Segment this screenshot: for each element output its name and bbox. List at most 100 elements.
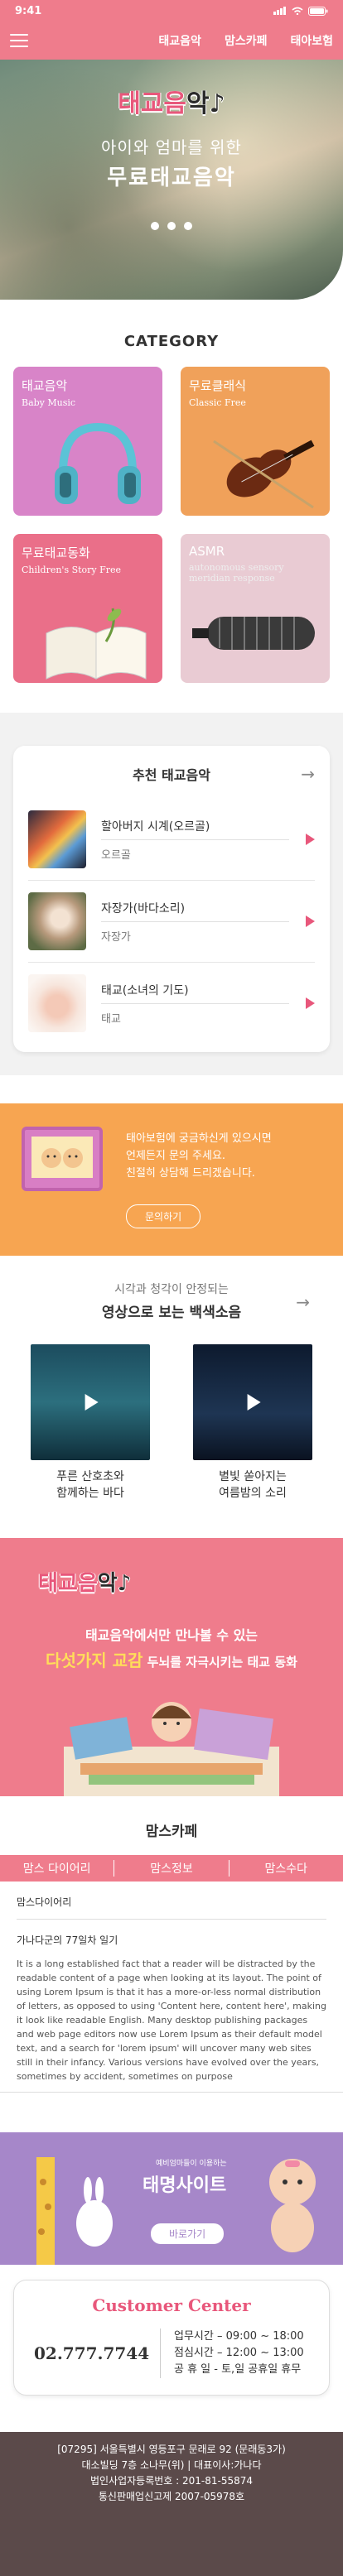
category-baby-music[interactable]: 태교음악 Baby Music [13, 367, 162, 516]
arrow-right-icon[interactable]: → [296, 1292, 310, 1312]
video-list: 푸른 산호초와 함께하는 바다 별빛 쏟아지는 여름밤의 소리 [0, 1344, 343, 1502]
video-thumbnail [31, 1344, 150, 1460]
consult-banner: 태아보험에 궁금하신게 있으시면 언제든지 문의 주세요. 친절히 상담해 드리… [0, 1103, 343, 1256]
track-title: 할아버지 시계(오르골) [101, 818, 289, 840]
microphone-icon [192, 617, 315, 650]
play-icon[interactable] [247, 1394, 261, 1411]
track-thumbnail [28, 810, 86, 868]
footer-business-number: 법인사업자등록번호 : 201-81-55874 [89, 2475, 254, 2487]
category-sublabel: Baby Music [22, 397, 76, 408]
go-button[interactable]: 바로가기 [151, 2223, 225, 2244]
recommended-header: 추천 태교음악 → [28, 764, 315, 784]
list-item[interactable]: 태교(소녀의 기도) 태교 [28, 963, 315, 1044]
list-item[interactable]: 할아버지 시계(오르골) 오르골 [28, 799, 315, 881]
story-banner: 태교음악♪ 태교음악에서만 만나볼 수 있는 다섯가지 교감 두뇌를 자극시키는… [0, 1538, 343, 1796]
recommended-section: 추천 태교음악 → 할아버지 시계(오르골) 오르골 자장가(바다소리) 자장가 태… [0, 713, 343, 1075]
carousel-dot[interactable] [184, 222, 192, 230]
play-icon[interactable] [306, 834, 315, 845]
carousel-dot[interactable] [167, 222, 176, 230]
cafe-title: 맘스카페 [145, 1824, 198, 1840]
play-icon[interactable] [306, 916, 315, 927]
video-thumbnail [193, 1344, 312, 1460]
video-caption: 별빛 쏟아지는 여름밤의 소리 [219, 1470, 287, 1500]
battery-icon [308, 6, 328, 16]
status-time: 9:41 [15, 4, 42, 17]
nav-item-music[interactable]: 태교음악 [158, 32, 201, 49]
category-story[interactable]: 무료태교동화 Children's Story Free [13, 534, 162, 683]
page: 9:41 태교음악 맘스카페 태아보험 태교음악♪ 아이와 엄마를 위한 무료태… [0, 0, 343, 2576]
inquiry-button[interactable]: 문의하기 [126, 1204, 201, 1228]
category-label: 무료클래식 [189, 378, 247, 393]
tab-diary[interactable]: 맘스 다이어리 [0, 1860, 115, 1877]
category-classic[interactable]: 무료클래식 Classic Free [181, 367, 330, 516]
banner-line2: 다섯가지 교감 두뇌를 자극시키는 태교 동화 [46, 1651, 297, 1670]
books-illustration [64, 1702, 279, 1796]
track-category: 자장가 [101, 930, 131, 944]
customer-center-title: Customer Center [92, 2295, 251, 2315]
menu-icon[interactable] [10, 34, 28, 47]
phone-number[interactable]: 02.777.7744 [27, 2343, 160, 2363]
track-thumbnail [28, 974, 86, 1032]
banner-line1: 태교음악에서만 만나볼 수 있는 [85, 1627, 258, 1643]
top-header: 태교음악 맘스카페 태아보험 [0, 22, 343, 60]
footer: [07295] 서울특별시 영등포구 문래로 92 (문래동3가) 대소빌딩 7… [0, 2432, 343, 2576]
footer-address: [07295] 서울특별시 영등포구 문래로 92 (문래동3가) [57, 2444, 286, 2455]
giraffe-illustration [36, 2157, 113, 2265]
category-title: CATEGORY [123, 333, 220, 350]
track-category: 태교 [101, 1012, 121, 1026]
carousel-dots [0, 222, 343, 230]
list-item[interactable]: 자장가(바다소리) 자장가 [28, 881, 315, 963]
play-icon[interactable] [85, 1394, 99, 1411]
status-bar: 9:41 [0, 0, 343, 22]
book-icon [46, 608, 147, 680]
cafe-post[interactable]: 맘스다이어리 가나다군의 77일차 일기 It is a long establ… [0, 1882, 343, 2093]
nav-item-cafe[interactable]: 맘스카페 [225, 32, 268, 49]
arrow-right-icon[interactable]: → [301, 764, 315, 784]
track-title: 자장가(바다소리) [101, 900, 289, 922]
category-sublabel: autonomous sensory meridian response [189, 562, 284, 584]
wifi-icon [292, 7, 303, 15]
banner-logo: 태교음악♪ [38, 1571, 132, 1596]
violin-icon [213, 440, 315, 509]
category-label: ASMR [189, 544, 225, 559]
footer-company: 대소빌딩 7층 소나무(위) | 대표이사:가나다 [81, 2459, 262, 2471]
category-asmr[interactable]: ASMR autonomous sensory meridian respons… [181, 534, 330, 683]
play-icon[interactable] [306, 997, 315, 1009]
video-heading: 영상으로 보는 백색소음 → [101, 1292, 310, 1321]
track-title: 태교(소녀의 기도) [101, 982, 289, 1004]
video-caption: 푸른 산호초와 함께하는 바다 [56, 1470, 124, 1500]
customer-center: Customer Center 02.777.7744 업무시간 – 09:00… [13, 2280, 330, 2396]
hero-subtitle: 아이와 엄마를 위한 [101, 137, 242, 157]
cafe-section-label: 맘스다이어리 [17, 1895, 326, 1920]
track-thumbnail [28, 892, 86, 950]
hero-title: 무료태교음악 [107, 166, 236, 190]
footer-registration: 통신판매업신고제 2007-05978호 [98, 2491, 245, 2502]
headphones-icon [55, 422, 141, 504]
video-item[interactable]: 푸른 산호초와 함께하는 바다 [31, 1344, 150, 1502]
recommended-card: 추천 태교음악 → 할아버지 시계(오르골) 오르골 자장가(바다소리) 자장가 태… [13, 746, 330, 1052]
consult-text: 태아보험에 궁금하신게 있으시면 언제든지 문의 주세요. 친절히 상담해 드리… [126, 1132, 272, 1180]
main-nav: 태교음악 맘스카페 태아보험 [158, 32, 333, 49]
baby-illustration [269, 2159, 316, 2252]
category-sublabel: Classic Free [189, 397, 246, 408]
category-grid: 태교음악 Baby Music 무료클래식 Classic Free 무료태교동… [0, 367, 343, 683]
carousel-dot[interactable] [151, 222, 159, 230]
category-label: 무료태교동화 [22, 545, 90, 560]
video-section: 시각과 청각이 안정되는 영상으로 보는 백색소음 → 푸른 산호초와 함께하는 바… [0, 1256, 343, 1521]
video-item[interactable]: 별빛 쏟아지는 여름밤의 소리 [193, 1344, 312, 1502]
status-icons [273, 6, 328, 16]
customer-center-info: 02.777.7744 업무시간 – 09:00 ~ 18:00 점심시간 – … [27, 2328, 316, 2378]
business-hours: 업무시간 – 09:00 ~ 18:00 점심시간 – 12:00 ~ 13:0… [160, 2328, 304, 2378]
recommended-title: 추천 태교음악 [133, 767, 210, 783]
nav-item-insurance[interactable]: 태아보험 [290, 32, 333, 49]
category-sublabel: Children's Story Free [22, 565, 122, 575]
signal-icon [273, 7, 286, 15]
hero-logo: 태교음악♪ [118, 89, 225, 118]
banner-heading: 태명사이트 [143, 2175, 227, 2196]
tab-info[interactable]: 맘스정보 [114, 1860, 229, 1877]
hero-banner: 태교음악♪ 아이와 엄마를 위한 무료태교음악 [0, 60, 343, 300]
banner-caption: 예비엄마들이 이용하는 [156, 2160, 227, 2168]
track-category: 오르골 [101, 848, 131, 862]
tab-chat[interactable]: 맘스수다 [229, 1860, 343, 1877]
video-heading-small: 시각과 청각이 안정되는 [114, 1283, 229, 1296]
